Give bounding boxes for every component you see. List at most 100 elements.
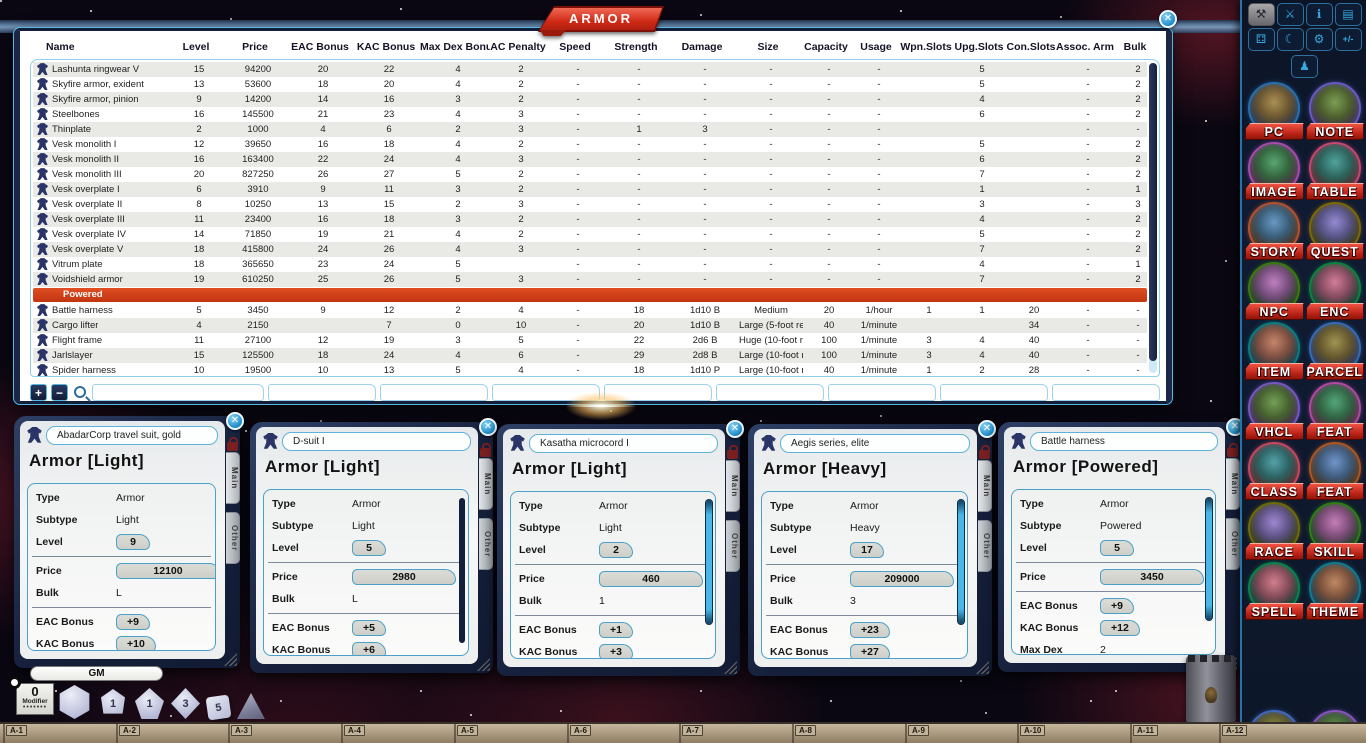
dice-button[interactable]: ⚃ (1248, 28, 1275, 51)
close-icon[interactable]: ✕ (1159, 10, 1177, 28)
table-row[interactable]: Skyfire armor, pinion914200141632------4… (33, 92, 1147, 107)
table-row[interactable]: Vesk monolith III20827250262752------7-2 (33, 167, 1147, 182)
sidebar-item-npc[interactable]: NPC (1244, 261, 1305, 321)
hotbar-slot-a-6[interactable]: A-6 (570, 725, 591, 736)
sidebar-item-feat[interactable]: FEAT (1305, 441, 1366, 501)
tab-main[interactable]: Main (226, 452, 240, 504)
tower-token[interactable] (1186, 655, 1236, 722)
close-icon[interactable]: ✕ (479, 418, 497, 436)
d8-die[interactable]: 3 (171, 688, 200, 719)
combat-button[interactable]: ⚔ (1277, 3, 1304, 26)
party-button[interactable]: ℹ (1306, 3, 1333, 26)
table-row[interactable]: Thinplate210004623-13----- (33, 122, 1147, 137)
field-value[interactable]: 5 (352, 540, 386, 556)
modifier-toggle-icon[interactable] (8, 676, 21, 689)
field-value[interactable]: +10 (116, 636, 156, 651)
table-row[interactable]: Vesk overplate II810250131523------3-3 (33, 197, 1147, 212)
table-row[interactable]: Jarlslayer15125500182446-292d8 BLarge (1… (33, 348, 1147, 363)
table-row[interactable]: Lashunta ringwear V1594200202242------5-… (33, 62, 1147, 77)
sidebar-item-spell[interactable]: SPELL (1244, 561, 1305, 621)
filter-input[interactable] (92, 384, 264, 401)
table-row[interactable]: Flight frame1127100121935-222d6 BHuge (1… (33, 333, 1147, 348)
d6-die[interactable]: 5 (206, 695, 232, 721)
field-value[interactable]: 3450 (1100, 569, 1204, 585)
sidebar-item-feat[interactable]: FEAT (1305, 381, 1366, 441)
hotbar-slot-a-8[interactable]: A-8 (795, 725, 816, 736)
gm-identity-pill[interactable]: GM (30, 666, 163, 681)
hotbar-slot-a-3[interactable]: A-3 (231, 725, 252, 736)
panel-scrollbar[interactable] (1206, 498, 1212, 620)
table-row[interactable]: Vitrum plate1836565023245------4-1 (33, 257, 1147, 272)
tab-other[interactable]: Other (226, 512, 240, 564)
modifier-box[interactable]: 0 Modifier ••••••• (16, 683, 54, 715)
d10-die[interactable]: 1 (135, 688, 164, 719)
field-value[interactable]: 5 (1100, 540, 1134, 556)
scrollbar-thumb[interactable] (1149, 63, 1157, 361)
d12-die[interactable]: 1 (98, 689, 128, 719)
field-value[interactable]: 2980 (352, 569, 456, 585)
resize-grip[interactable] (224, 653, 237, 666)
table-row[interactable]: Battle harness5345091224-181d10 BMedium2… (33, 303, 1147, 318)
sidebar-item-skill[interactable]: SKILL (1305, 501, 1366, 561)
table-row[interactable]: Vesk overplate III1123400161832------4-2 (33, 212, 1147, 227)
tab-other[interactable]: Other (726, 520, 740, 572)
expand-all-button[interactable]: + (30, 384, 47, 401)
panel-scrollbar[interactable] (706, 500, 712, 624)
lock-icon[interactable] (1227, 448, 1238, 457)
field-value[interactable]: +23 (850, 622, 890, 638)
d20-die[interactable] (58, 685, 91, 719)
modifiers-button[interactable]: +/- (1335, 28, 1362, 51)
field-value[interactable]: 209000 (850, 571, 954, 587)
records-button[interactable]: ▤ (1335, 3, 1362, 26)
field-value[interactable]: +9 (116, 614, 150, 630)
hotbar-slot-a-11[interactable]: A-11 (1133, 725, 1158, 736)
field-value[interactable]: +27 (850, 644, 890, 659)
d4-die[interactable] (237, 693, 265, 719)
lock-icon[interactable] (727, 450, 738, 459)
hotkey-bar[interactable]: A-1A-2A-3A-4A-5A-6A-7A-8A-9A-10A-11A-12 (0, 722, 1366, 743)
table-row[interactable]: Voidshield armor19610250252653------7-2 (33, 272, 1147, 287)
filter-input[interactable] (1052, 384, 1160, 401)
sidebar-item-parcel[interactable]: PARCEL (1305, 321, 1366, 381)
hotbar-slot-a-10[interactable]: A-10 (1020, 725, 1045, 736)
item-name-input[interactable]: Battle harness (1030, 432, 1218, 451)
field-value[interactable]: 2 (599, 542, 633, 558)
sidebar-item-pc[interactable]: PC (1244, 81, 1305, 141)
sidebar-item-story[interactable]: STORY (1244, 201, 1305, 261)
character-button[interactable]: ♟ (1291, 55, 1318, 78)
hotbar-slot-a-12[interactable]: A-12 (1222, 725, 1247, 736)
item-name-input[interactable]: Aegis series, elite (780, 434, 970, 453)
tab-main[interactable]: Main (978, 460, 992, 512)
sidebar-item-note[interactable]: NOTE (1305, 81, 1366, 141)
table-row[interactable]: Steelbones16145500212343------6-2 (33, 107, 1147, 122)
lock-icon[interactable] (480, 448, 491, 457)
item-name-input[interactable]: AbadarCorp travel suit, gold (46, 426, 218, 445)
sidebar-item-quest[interactable]: QUEST (1305, 201, 1366, 261)
field-value[interactable]: +3 (599, 644, 633, 659)
field-value[interactable]: 12100 (116, 563, 216, 579)
tab-other[interactable]: Other (978, 520, 992, 572)
tab-main[interactable]: Main (479, 458, 493, 510)
tool-button[interactable]: ⚒ (1248, 3, 1275, 26)
tab-other[interactable]: Other (479, 518, 493, 570)
item-name-input[interactable]: D-suit I (282, 432, 471, 451)
field-value[interactable]: 9 (116, 534, 150, 550)
filter-input[interactable] (716, 384, 824, 401)
filter-input[interactable] (940, 384, 1048, 401)
field-value[interactable]: +1 (599, 622, 633, 638)
table-row[interactable]: Vesk overplate V18415800242643------7-2 (33, 242, 1147, 257)
hotbar-slot-a-7[interactable]: A-7 (682, 725, 703, 736)
options-button[interactable]: ⚙ (1306, 28, 1333, 51)
close-icon[interactable]: ✕ (726, 420, 744, 438)
field-value[interactable]: 17 (850, 542, 884, 558)
hotbar-slot-a-1[interactable]: A-1 (6, 725, 27, 736)
panel-scrollbar[interactable] (958, 500, 964, 624)
table-row[interactable]: Vesk monolith I1239650161842------5-2 (33, 137, 1147, 152)
table-row[interactable]: Spider harness1019500101354-181d10 PLarg… (33, 363, 1147, 377)
sidebar-item-image[interactable]: IMAGE (1244, 141, 1305, 201)
close-icon[interactable]: ✕ (226, 412, 244, 430)
item-name-input[interactable]: Kasatha microcord I (529, 434, 718, 453)
lock-icon[interactable] (227, 442, 238, 451)
hotbar-slot-a-2[interactable]: A-2 (119, 725, 140, 736)
hotbar-slot-a-5[interactable]: A-5 (457, 725, 478, 736)
